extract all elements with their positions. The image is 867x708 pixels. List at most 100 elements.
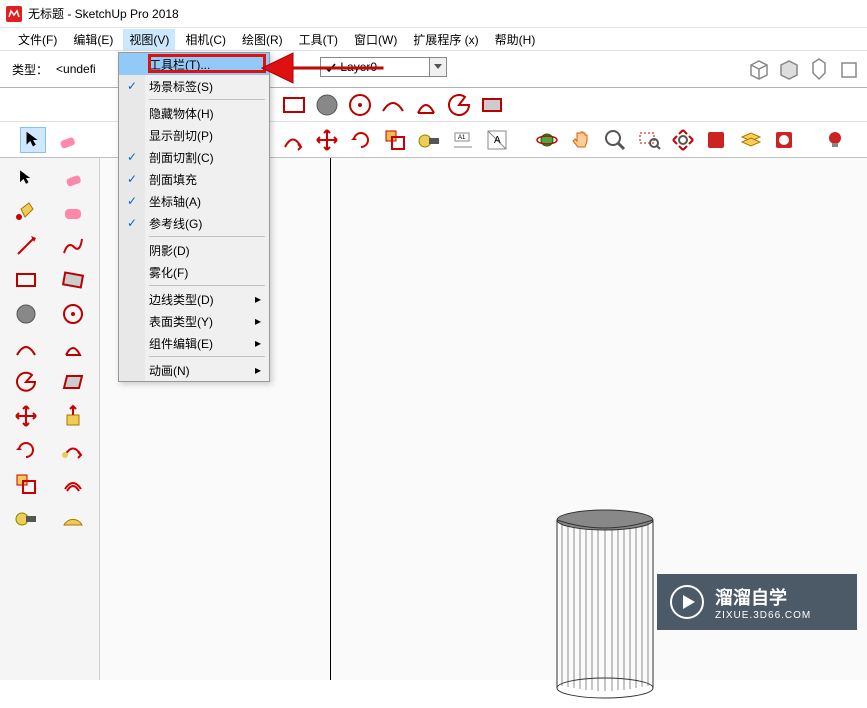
orbit-icon[interactable] (534, 127, 560, 153)
menu-shadows[interactable]: 阴影(D) (119, 239, 269, 261)
rectangle-tool[interactable] (4, 264, 49, 296)
menu-hidden-geometry[interactable]: 隐藏物体(H) (119, 102, 269, 124)
line-tool[interactable] (4, 230, 49, 262)
catalog-icon[interactable] (704, 127, 730, 153)
menu-camera[interactable]: 相机(C) (179, 29, 232, 50)
eraser-tool[interactable] (51, 162, 96, 194)
paintbucket-tool[interactable] (4, 196, 49, 228)
scale-tool[interactable] (4, 468, 49, 500)
dimension-icon[interactable]: A1 (450, 127, 476, 153)
top-view-icon[interactable] (775, 55, 803, 83)
menu-scene-tabs[interactable]: ✓场景标签(S) (119, 75, 269, 97)
menu-guides[interactable]: ✓参考线(G) (119, 212, 269, 234)
menu-window[interactable]: 窗口(W) (348, 29, 403, 50)
menu-section-fill[interactable]: ✓剖面填充 (119, 168, 269, 190)
submenu-arrow-icon: ▸ (255, 363, 261, 377)
layer-value: Layer0 (340, 60, 377, 74)
watermark-url: ZIXUE.3D66.COM (715, 610, 811, 621)
rotate-tool[interactable] (4, 434, 49, 466)
freehand-tool[interactable] (51, 230, 96, 262)
menu-edit[interactable]: 编辑(E) (67, 29, 119, 50)
menu-face-style[interactable]: 表面类型(Y)▸ (119, 310, 269, 332)
followme2-tool[interactable] (51, 434, 96, 466)
tape-tool[interactable] (4, 502, 49, 534)
type-combo[interactable]: <undefi (52, 60, 112, 78)
check-icon: ✓ (127, 194, 137, 208)
eraser-icon[interactable] (54, 127, 80, 153)
circle-icon[interactable] (313, 91, 341, 119)
svg-text:A: A (494, 135, 501, 146)
zoom-window-icon[interactable] (636, 127, 662, 153)
menu-file[interactable]: 文件(F) (12, 29, 63, 50)
scale-icon[interactable] (382, 127, 408, 153)
menu-edge-style[interactable]: 边线类型(D)▸ (119, 288, 269, 310)
type-label: 类型： (12, 61, 48, 78)
arc-tool[interactable] (4, 332, 49, 364)
view-icons (745, 55, 863, 83)
titlebar: 无标题 - SketchUp Pro 2018 (0, 0, 867, 28)
menu-axes[interactable]: ✓坐标轴(A) (119, 190, 269, 212)
menubar: 文件(F) 编辑(E) 视图(V) 相机(C) 绘图(R) 工具(T) 窗口(W… (0, 28, 867, 50)
pie-icon[interactable] (445, 91, 473, 119)
zoom-extents-icon[interactable] (670, 127, 696, 153)
menu-section-cuts[interactable]: ✓剖面切割(C) (119, 146, 269, 168)
layers-icon[interactable] (738, 127, 764, 153)
layer-selector[interactable]: Layer0 (320, 57, 447, 77)
submenu-arrow-icon: ▸ (255, 314, 261, 328)
followme-icon[interactable] (280, 127, 306, 153)
menu-toolbars[interactable]: 工具栏(T)... (119, 53, 269, 75)
arc-icon[interactable] (379, 91, 407, 119)
chevron-down-icon (434, 64, 442, 70)
pie-tool[interactable] (4, 366, 49, 398)
menu-help[interactable]: 帮助(H) (489, 29, 542, 50)
eraser2-tool[interactable] (51, 196, 96, 228)
menu-section-planes[interactable]: 显示剖切(P) (119, 124, 269, 146)
sketchup-logo-icon (6, 6, 22, 22)
pushpull-tool[interactable] (51, 400, 96, 432)
arc2-tool[interactable] (51, 332, 96, 364)
move-tool[interactable] (4, 400, 49, 432)
watermark: 溜溜自学 ZIXUE.3D66.COM (657, 574, 857, 630)
rotated-rect-tool[interactable] (51, 264, 96, 296)
watermark-title: 溜溜自学 (715, 584, 811, 610)
tape-icon[interactable] (416, 127, 442, 153)
lightbulb-icon[interactable] (822, 127, 848, 153)
layer-dropdown-button[interactable] (429, 57, 447, 77)
menu-extensions[interactable]: 扩展程序 (x) (407, 29, 484, 50)
submenu-arrow-icon: ▸ (255, 336, 261, 350)
menu-tools[interactable]: 工具(T) (293, 29, 344, 50)
circle-tool[interactable] (4, 298, 49, 330)
iso-view-icon[interactable] (745, 55, 773, 83)
text-icon[interactable]: A (484, 127, 510, 153)
protractor-tool[interactable] (51, 502, 96, 534)
check-icon: ✓ (127, 172, 137, 186)
polygon-icon[interactable] (346, 91, 374, 119)
axis-line (330, 158, 331, 680)
rotate-icon[interactable] (348, 127, 374, 153)
move-icon[interactable] (314, 127, 340, 153)
back-view-icon[interactable] (835, 55, 863, 83)
arc2-icon[interactable] (412, 91, 440, 119)
menu-animation[interactable]: 动画(N)▸ (119, 359, 269, 381)
menu-draw[interactable]: 绘图(R) (236, 29, 289, 50)
select-arrow-icon[interactable] (20, 127, 46, 153)
pan-icon[interactable] (568, 127, 594, 153)
rect-fill-icon[interactable] (478, 91, 506, 119)
layer-combo[interactable]: Layer0 (320, 57, 430, 77)
svg-text:A1: A1 (458, 135, 466, 141)
front-view-icon[interactable] (805, 55, 833, 83)
polygon-tool[interactable] (51, 298, 96, 330)
rectangle-icon[interactable] (280, 91, 308, 119)
view-dropdown: 工具栏(T)... ✓场景标签(S) 隐藏物体(H) 显示剖切(P) ✓剖面切割… (118, 52, 270, 382)
zoom-icon[interactable] (602, 127, 628, 153)
offset-tool[interactable] (51, 468, 96, 500)
parallelogram-tool[interactable] (51, 366, 96, 398)
check-icon: ✓ (127, 216, 137, 230)
select-tool[interactable] (4, 162, 49, 194)
menu-component-edit[interactable]: 组件编辑(E)▸ (119, 332, 269, 354)
menu-view[interactable]: 视图(V) (123, 29, 175, 50)
cylinder-model (550, 508, 660, 708)
menu-fog[interactable]: 雾化(F) (119, 261, 269, 283)
warehouse-icon[interactable] (772, 127, 798, 153)
check-icon (325, 63, 337, 73)
